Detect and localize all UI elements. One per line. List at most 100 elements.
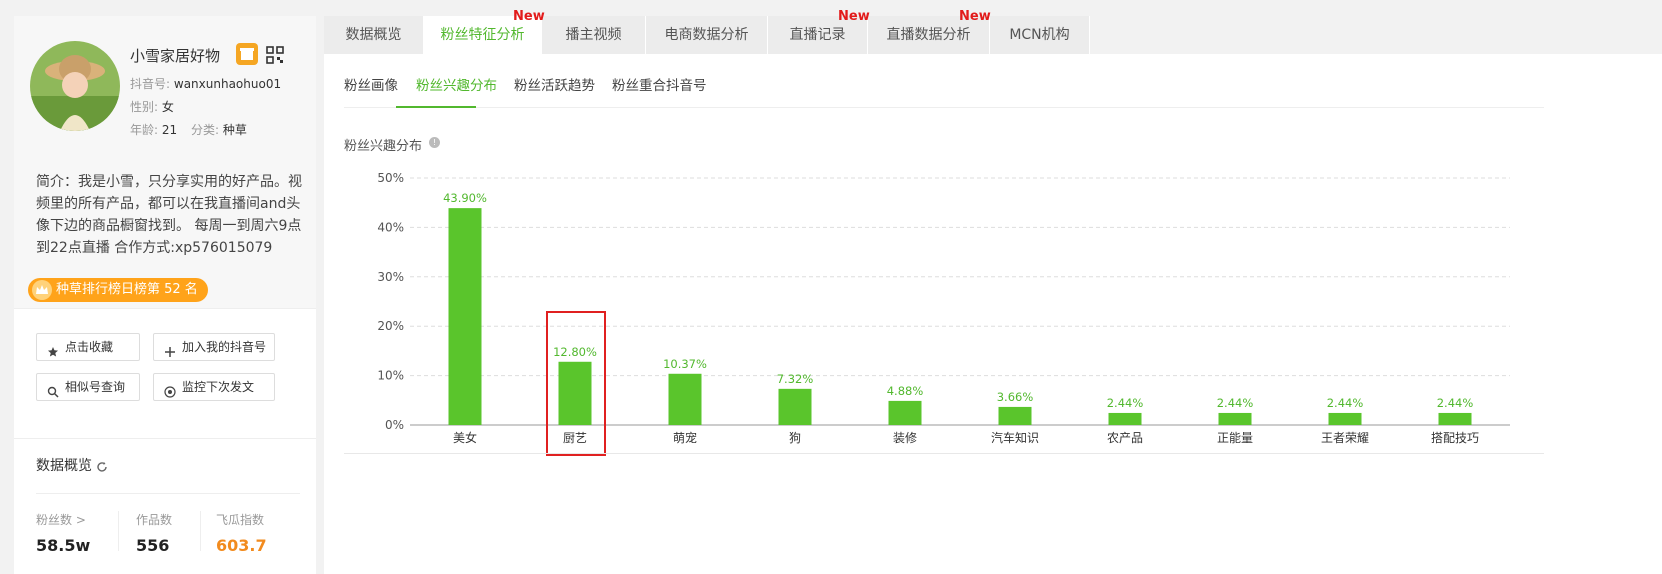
y-tick-label: 30% bbox=[377, 270, 404, 284]
fans-label: 粉丝数 > bbox=[36, 513, 86, 527]
profile-header: 小雪家居好物 抖音号: wanxunhaohuo01 性别: 女 年龄: 21 … bbox=[14, 16, 316, 308]
divider bbox=[118, 511, 119, 551]
favorite-label: 点击收藏 bbox=[65, 340, 114, 354]
bar bbox=[1438, 412, 1472, 425]
tab-label: MCN机构 bbox=[1009, 27, 1070, 43]
subtab-overlap-accounts[interactable]: 粉丝重合抖音号 bbox=[612, 74, 707, 94]
bar bbox=[1218, 412, 1252, 425]
index-label: 飞瓜指数 bbox=[216, 513, 265, 527]
age-value: 21 bbox=[161, 123, 178, 137]
subtab-interest-distribution[interactable]: 粉丝兴趣分布 bbox=[416, 74, 497, 94]
x-tick-label: 搭配技巧 bbox=[1431, 431, 1479, 445]
x-tick-label: 正能量 bbox=[1217, 431, 1253, 445]
divider bbox=[200, 511, 201, 551]
x-tick-label: 农产品 bbox=[1107, 431, 1143, 445]
x-tick-label: 王者荣耀 bbox=[1321, 431, 1369, 445]
bar bbox=[778, 388, 812, 425]
tab-ecommerce[interactable]: 电商数据分析 bbox=[646, 16, 768, 54]
age-category-row: 年龄: 21 分类: 种草 bbox=[130, 121, 247, 138]
main-panel: 数据概览 粉丝特征分析 播主视频 电商数据分析 直播记录 直播数据分析 MCN机… bbox=[324, 9, 1662, 574]
data-label: 7.32% bbox=[777, 372, 814, 386]
bar bbox=[888, 400, 922, 425]
data-label: 10.37% bbox=[663, 357, 707, 371]
new-badge: New bbox=[838, 9, 870, 24]
profile-panel: 小雪家居好物 抖音号: wanxunhaohuo01 性别: 女 年龄: 21 … bbox=[14, 16, 316, 574]
y-tick-label: 0% bbox=[385, 418, 404, 432]
bar bbox=[1328, 412, 1362, 425]
monitor-button[interactable]: 监控下次发文 bbox=[153, 373, 275, 401]
gender-label: 性别: bbox=[130, 100, 159, 114]
action-buttons: 点击收藏 加入我的抖音号 相似号查询 监控下次发文 bbox=[14, 308, 316, 438]
data-label: 2.44% bbox=[1217, 396, 1254, 410]
index-stat: 飞瓜指数 603.7 bbox=[216, 511, 267, 555]
divider bbox=[36, 493, 300, 494]
favorite-button[interactable]: 点击收藏 bbox=[36, 333, 140, 361]
tab-label: 直播记录 bbox=[789, 27, 846, 43]
works-label: 作品数 bbox=[136, 513, 173, 527]
douyin-id: wanxunhaohuo01 bbox=[173, 77, 282, 91]
interest-bar-chart: 0%10%20%30%40%50%43.90%美女12.80%厨艺10.37%萌… bbox=[377, 171, 1510, 445]
tab-mcn[interactable]: MCN机构 bbox=[990, 16, 1090, 54]
rank-text: 种草排行榜日榜第 52 名 bbox=[56, 282, 198, 297]
x-tick-label: 狗 bbox=[789, 431, 801, 445]
bar bbox=[668, 373, 702, 425]
bar bbox=[448, 208, 482, 425]
nickname: 小雪家居好物 bbox=[130, 47, 221, 65]
tab-label: 数据概览 bbox=[345, 27, 402, 43]
rank-badge[interactable]: 种草排行榜日榜第 52 名 bbox=[28, 278, 208, 302]
tab-host-videos[interactable]: 播主视频 bbox=[542, 16, 646, 54]
tab-label: 直播数据分析 bbox=[886, 27, 971, 43]
chart-title: 粉丝兴趣分布 bbox=[344, 139, 423, 154]
tab-label: 电商数据分析 bbox=[664, 27, 749, 43]
add-account-label: 加入我的抖音号 bbox=[182, 340, 267, 354]
x-tick-label: 汽车知识 bbox=[991, 430, 1039, 445]
bar bbox=[998, 406, 1032, 425]
avatar[interactable] bbox=[30, 41, 120, 131]
douyin-id-row: 抖音号: wanxunhaohuo01 bbox=[130, 75, 281, 92]
add-account-button[interactable]: 加入我的抖音号 bbox=[153, 333, 275, 361]
x-tick-label: 装修 bbox=[893, 430, 917, 445]
monitor-label: 监控下次发文 bbox=[182, 380, 255, 394]
tab-data-overview[interactable]: 数据概览 bbox=[324, 16, 424, 54]
bio-text: 简介：我是小雪，只分享实用的好产品。视频里的所有产品，都可以在我直播间and头像… bbox=[36, 174, 302, 256]
tab-label: 粉丝特征分析 bbox=[440, 27, 525, 43]
index-value: 603.7 bbox=[216, 536, 267, 555]
info-icon[interactable]: ! bbox=[429, 137, 440, 148]
data-label: 43.90% bbox=[443, 191, 487, 205]
fans-value: 58.5w bbox=[36, 536, 91, 555]
y-tick-label: 10% bbox=[377, 369, 404, 383]
y-tick-label: 20% bbox=[377, 319, 404, 333]
chart-bottom-line bbox=[344, 453, 1544, 454]
x-tick-label: 美女 bbox=[453, 430, 477, 445]
fans-stat[interactable]: 粉丝数 > 58.5w bbox=[36, 511, 90, 555]
data-label: 2.44% bbox=[1107, 396, 1144, 410]
similar-search-button[interactable]: 相似号查询 bbox=[36, 373, 140, 401]
new-badge: New bbox=[513, 9, 545, 24]
eye-icon bbox=[164, 381, 176, 398]
x-tick-label: 萌宠 bbox=[673, 430, 697, 445]
data-label: 3.66% bbox=[997, 390, 1034, 404]
qr-code-icon[interactable] bbox=[266, 46, 284, 64]
shop-icon[interactable] bbox=[236, 43, 258, 65]
data-label: 4.88% bbox=[887, 384, 924, 398]
new-badge: New bbox=[959, 9, 991, 24]
search-icon bbox=[47, 381, 59, 398]
data-label: 2.44% bbox=[1437, 396, 1474, 410]
gender-row: 性别: 女 bbox=[130, 98, 174, 115]
subtab-bar: 粉丝画像 粉丝兴趣分布 粉丝活跃趋势 粉丝重合抖音号 bbox=[344, 64, 1544, 108]
refresh-icon[interactable] bbox=[96, 458, 108, 472]
overview-title: 数据概览 bbox=[36, 458, 92, 474]
data-label: 2.44% bbox=[1327, 396, 1364, 410]
works-value: 556 bbox=[136, 536, 170, 555]
active-subtab-indicator bbox=[396, 106, 476, 108]
highlight-box bbox=[546, 311, 606, 456]
bar bbox=[1108, 412, 1142, 425]
douyin-id-label: 抖音号: bbox=[130, 77, 171, 91]
similar-search-label: 相似号查询 bbox=[65, 380, 126, 394]
category-label: 分类: bbox=[190, 123, 220, 137]
star-icon bbox=[47, 341, 59, 357]
gender-value: 女 bbox=[161, 100, 174, 114]
subtab-fans-portrait[interactable]: 粉丝画像 bbox=[344, 74, 398, 94]
subtab-active-trend[interactable]: 粉丝活跃趋势 bbox=[514, 74, 595, 94]
works-stat: 作品数 556 bbox=[136, 511, 172, 555]
